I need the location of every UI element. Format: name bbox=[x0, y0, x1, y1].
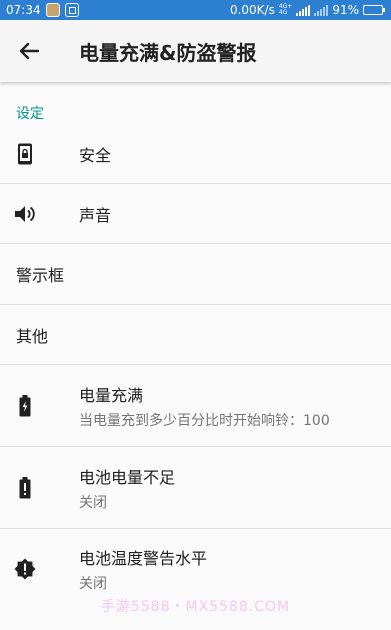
pref-summary: 当电量充到多少百分比时开始响铃：100 bbox=[79, 412, 330, 429]
battery-icon bbox=[363, 5, 385, 15]
pref-other[interactable]: 其他 bbox=[0, 305, 391, 364]
pref-title: 安全 bbox=[79, 145, 112, 165]
pref-alert-dialog[interactable]: 警示框 bbox=[0, 244, 391, 303]
alert-badge-icon bbox=[14, 558, 36, 580]
status-bar: 07:34 0.00K/s 4G+ 4G 91% bbox=[0, 0, 391, 20]
status-time: 07:34 bbox=[6, 3, 41, 17]
pref-title: 警示框 bbox=[16, 265, 65, 285]
pref-security[interactable]: 安全 bbox=[0, 124, 391, 183]
pref-battery-full[interactable]: 电量充满 当电量充到多少百分比时开始响铃：100 bbox=[0, 365, 391, 446]
battery-percent: 91% bbox=[332, 3, 359, 17]
speaker-icon bbox=[14, 203, 36, 225]
phone-lock-icon bbox=[14, 143, 36, 165]
pref-battery-low[interactable]: 电池电量不足 关闭 bbox=[0, 447, 391, 528]
pref-title: 其他 bbox=[16, 326, 49, 346]
app-bar: 电量充满&防盗警报 bbox=[0, 20, 391, 82]
pref-title: 声音 bbox=[79, 205, 112, 225]
network-type: 4G+ 4G bbox=[278, 3, 293, 16]
battery-alert-icon bbox=[14, 476, 36, 499]
watermark: 手游5588・MX5588.COM bbox=[100, 599, 291, 615]
pref-summary: 关闭 bbox=[79, 576, 107, 592]
signal-icon-1 bbox=[296, 4, 311, 16]
page-title: 电量充满&防盗警报 bbox=[79, 40, 257, 65]
pref-summary: 关闭 bbox=[79, 494, 107, 511]
pref-sound[interactable]: 声音 bbox=[0, 184, 391, 243]
scan-notification-icon bbox=[64, 3, 79, 17]
section-header: 设定 bbox=[16, 106, 44, 122]
signal-icon-2 bbox=[314, 4, 329, 16]
pref-title: 电池温度警告水平 bbox=[79, 549, 208, 568]
arrow-left-icon bbox=[19, 42, 39, 60]
pref-title: 电量充满 bbox=[79, 385, 144, 405]
back-button[interactable] bbox=[0, 20, 58, 82]
app-notification-icon bbox=[45, 3, 60, 17]
net-speed: 0.00K/s bbox=[229, 3, 275, 17]
pref-title: 电池电量不足 bbox=[79, 467, 176, 487]
battery-charging-icon bbox=[14, 394, 36, 417]
